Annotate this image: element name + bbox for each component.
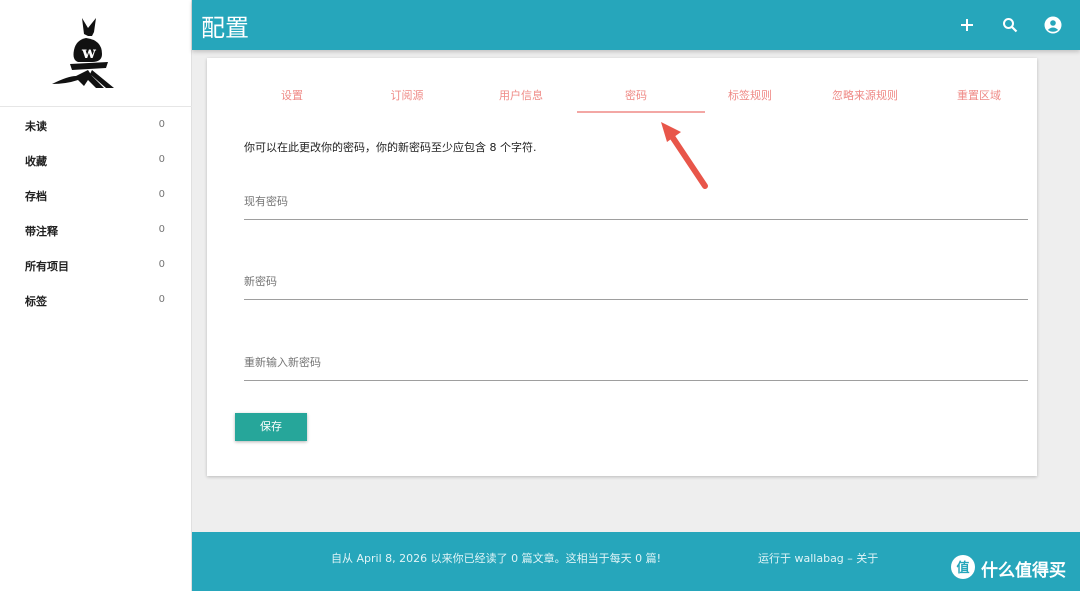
new-password-field[interactable]: 新密码 <box>244 264 1028 300</box>
add-icon <box>961 19 973 31</box>
tab-feeds[interactable]: 订阅源 <box>349 87 465 103</box>
footer-powered-by-link[interactable]: 运行于 wallabag – 关于 <box>758 550 878 566</box>
sidebar-item-label: 带注释 <box>25 225 58 238</box>
password-intro-text: 你可以在此更改你的密码，你的新密码至少应包含 8 个字符. <box>244 141 537 154</box>
sidebar-item-label: 所有项目 <box>25 260 69 273</box>
sidebar-item-label: 存档 <box>25 190 47 203</box>
config-card: 设置 订阅源 用户信息 密码 标签规则 忽略来源规则 重置区域 你可以在此更改你… <box>207 58 1037 476</box>
watermark-text: 什么值得买 <box>981 561 1066 581</box>
tab-ignore-origin-rules[interactable]: 忽略来源规则 <box>807 87 923 103</box>
sidebar-item-annotated[interactable]: 带注释 0 <box>0 213 191 248</box>
add-button[interactable] <box>955 13 979 37</box>
footer-reading-stats: 自从 April 8, 2026 以来你已经读了 0 篇文章。这相当于每天 0 … <box>331 552 662 565</box>
sidebar-item-count: 0 <box>158 224 165 235</box>
repeat-password-label: 重新输入新密码 <box>244 356 321 369</box>
account-button[interactable] <box>1041 13 1065 37</box>
sidebar-item-label: 未读 <box>25 120 47 133</box>
tab-tagging-rules[interactable]: 标签规则 <box>692 87 808 103</box>
sidebar-item-unread[interactable]: 未读 0 <box>0 108 191 143</box>
search-button[interactable] <box>998 13 1022 37</box>
sidebar-item-count: 0 <box>158 259 165 270</box>
current-password-field[interactable]: 现有密码 <box>244 184 1028 220</box>
top-bar: 配置 <box>192 0 1080 50</box>
sidebar: w 未读 0 收藏 0 存档 0 带注释 0 所有项目 0 标签 0 <box>0 0 192 591</box>
tab-user-info[interactable]: 用户信息 <box>463 87 579 103</box>
new-password-label: 新密码 <box>244 275 277 288</box>
annotation-arrow-icon <box>661 122 708 189</box>
account-icon <box>1044 16 1062 34</box>
wallabag-logo-icon: w <box>52 18 114 88</box>
tab-reset-area[interactable]: 重置区域 <box>921 87 1037 103</box>
sidebar-item-label: 收藏 <box>25 155 47 168</box>
active-tab-indicator <box>577 111 705 113</box>
sidebar-item-all[interactable]: 所有项目 0 <box>0 248 191 283</box>
tab-password[interactable]: 密码 <box>578 87 694 103</box>
sidebar-item-tags[interactable]: 标签 0 <box>0 283 191 318</box>
search-icon <box>1003 18 1018 33</box>
sidebar-item-count: 0 <box>158 189 165 200</box>
smzdm-logo-icon: 值 <box>951 555 975 579</box>
sidebar-item-starred[interactable]: 收藏 0 <box>0 143 191 178</box>
sidebar-item-archive[interactable]: 存档 0 <box>0 178 191 213</box>
logo-area[interactable]: w <box>0 0 192 107</box>
save-button[interactable]: 保存 <box>235 413 307 441</box>
svg-text:w: w <box>81 43 97 62</box>
sidebar-item-count: 0 <box>158 119 165 130</box>
repeat-password-field[interactable]: 重新输入新密码 <box>244 345 1028 381</box>
current-password-label: 现有密码 <box>244 195 288 208</box>
tab-settings[interactable]: 设置 <box>234 87 350 103</box>
page-title: 配置 <box>201 14 249 42</box>
footer: 自从 April 8, 2026 以来你已经读了 0 篇文章。这相当于每天 0 … <box>192 532 1080 591</box>
svg-text:值: 值 <box>956 560 969 576</box>
sidebar-item-count: 0 <box>158 154 165 165</box>
sidebar-item-label: 标签 <box>25 295 47 308</box>
sidebar-item-count: 0 <box>158 294 165 305</box>
